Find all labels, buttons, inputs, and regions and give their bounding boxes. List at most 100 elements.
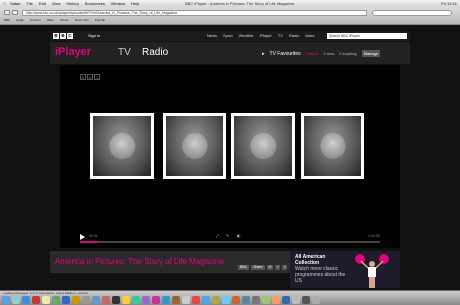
watermark-letter: B (87, 74, 93, 80)
app-icon[interactable] (202, 296, 210, 304)
bookmark-item[interactable]: Amazon (30, 18, 41, 23)
safari-icon[interactable] (22, 296, 30, 304)
app-icon[interactable] (102, 296, 110, 304)
video-frame-photo (301, 113, 364, 179)
app-icon[interactable] (122, 296, 130, 304)
bbc-watermark: B B C (80, 74, 100, 80)
promo-panel[interactable]: All American Collection Watch more class… (290, 251, 400, 288)
play-arrow-icon: ▸ (262, 50, 265, 57)
address-bar[interactable]: http://www.bbc.co.uk/iplayer/episode/b00… (22, 10, 367, 16)
back-button[interactable] (4, 10, 10, 15)
bookmark-item[interactable]: Yahoo! (60, 18, 69, 23)
finder-icon[interactable] (2, 296, 10, 304)
app-icon[interactable] (302, 296, 310, 304)
app-icon[interactable] (192, 296, 200, 304)
app-icon[interactable] (212, 296, 220, 304)
nav-more[interactable]: More (305, 31, 314, 41)
app-icon[interactable] (82, 296, 90, 304)
promo-body: Watch more classic programmes about the … (295, 266, 346, 284)
bbc-search-input[interactable]: Search BBC iPlayer (327, 33, 407, 39)
bbc-nav: News Sport Weather iPlayer TV Radio More (207, 31, 315, 41)
menu-view[interactable]: View (52, 0, 61, 7)
bookmark-item[interactable]: eBay (47, 18, 54, 23)
app-icon[interactable] (92, 296, 100, 304)
tab-radio[interactable]: Radio (142, 47, 168, 58)
app-icon[interactable] (112, 296, 120, 304)
watermark-letter: B (80, 74, 86, 80)
edit-icon[interactable]: ✎ (226, 233, 229, 238)
bbc-logo[interactable]: B B C (53, 33, 73, 39)
video-player[interactable]: B B C 00:01 ⤢ ✎ ◀) 1:00:00 (60, 65, 400, 248)
menu-history[interactable]: History (66, 0, 78, 7)
progress-bar[interactable] (80, 241, 380, 243)
status-bar: Loading Messages: 6 of 6, Information: C… (3, 291, 89, 295)
manage-button[interactable]: Manage (361, 50, 381, 57)
app-icon[interactable] (62, 296, 70, 304)
share-icon[interactable]: t (282, 265, 288, 270)
web-page: B B C Sign in News Sport Weather iPlayer… (0, 25, 460, 290)
menubar-clock[interactable]: Fri 12:41 (441, 0, 457, 7)
browser-search-field[interactable] (372, 10, 452, 16)
nav-iplayer[interactable]: iPlayer (260, 31, 272, 41)
app-icon[interactable] (252, 296, 260, 304)
iplayer-logo[interactable]: iPlayer (55, 46, 91, 58)
share-button[interactable]: Share (251, 265, 265, 270)
sign-in-link[interactable]: Sign in (88, 31, 100, 41)
menu-safari[interactable]: Safari (10, 0, 20, 7)
app-icon[interactable] (52, 296, 60, 304)
nav-tv[interactable]: TV (278, 31, 283, 41)
app-icon[interactable] (222, 296, 230, 304)
tab-tv[interactable]: TV (118, 47, 131, 58)
window-title: BBC iPlayer - America in Pictures: The S… (185, 1, 295, 6)
forward-button[interactable] (12, 10, 18, 15)
share-icon[interactable]: f (275, 265, 281, 270)
nav-sport[interactable]: Sport (223, 31, 233, 41)
mac-dock: Loading Messages: 6 of 6, Information: C… (0, 290, 460, 305)
current-time: 00:01 (89, 234, 98, 238)
menu-file[interactable]: File (26, 0, 32, 7)
app-icon[interactable] (172, 296, 180, 304)
favourites-items[interactable]: 0 items (306, 51, 319, 56)
play-button[interactable] (80, 234, 85, 240)
bookmark-item[interactable]: News (52) (75, 18, 89, 23)
app-icon[interactable] (242, 296, 250, 304)
bookmark-item[interactable]: Popular (95, 18, 105, 23)
volume-icon[interactable]: ◀) (236, 233, 240, 238)
favourites-link[interactable]: TV Favourites (270, 51, 301, 57)
bookmark-item[interactable]: BBC (4, 18, 10, 23)
favourites-new[interactable]: 0 new (324, 51, 335, 56)
app-icon[interactable] (272, 296, 280, 304)
app-icon[interactable] (292, 296, 300, 304)
promo-text: All American Collection Watch more class… (295, 254, 350, 284)
app-icon[interactable] (152, 296, 160, 304)
menu-window[interactable]: Window (111, 0, 125, 7)
fullscreen-icon[interactable]: ⤢ (216, 233, 219, 238)
trash-icon[interactable] (312, 296, 320, 304)
app-icon[interactable] (182, 296, 190, 304)
nav-news[interactable]: News (207, 31, 217, 41)
app-icon[interactable] (162, 296, 170, 304)
app-icon[interactable] (132, 296, 140, 304)
app-icon[interactable] (262, 296, 270, 304)
app-icon[interactable] (42, 296, 50, 304)
apple-icon[interactable]:  (3, 0, 6, 7)
menu-bookmarks[interactable]: Bookmarks (85, 0, 105, 7)
favourites-expiring[interactable]: 0 expiring (339, 51, 356, 56)
bbc-top-bar: B B C Sign in News Sport Weather iPlayer… (50, 31, 410, 41)
bbc-badge[interactable]: BBC (238, 265, 250, 270)
menu-help[interactable]: Help (131, 0, 139, 7)
app-icon[interactable] (32, 296, 40, 304)
share-icon[interactable]: ✉ (266, 265, 274, 270)
menu-list: Safari File Edit View History Bookmarks … (10, 0, 139, 7)
mac-menubar:  Safari File Edit View History Bookmark… (0, 0, 460, 7)
app-icon[interactable] (12, 296, 20, 304)
nav-radio[interactable]: Radio (289, 31, 299, 41)
app-icon[interactable] (72, 296, 80, 304)
app-icon[interactable] (282, 296, 290, 304)
app-icon[interactable] (142, 296, 150, 304)
player-controls: 00:01 ⤢ ✎ ◀) 1:00:00 (80, 232, 380, 244)
nav-weather[interactable]: Weather (239, 31, 254, 41)
app-icon[interactable] (232, 296, 240, 304)
bookmark-item[interactable]: Apple (16, 18, 24, 23)
menu-edit[interactable]: Edit (39, 0, 46, 7)
